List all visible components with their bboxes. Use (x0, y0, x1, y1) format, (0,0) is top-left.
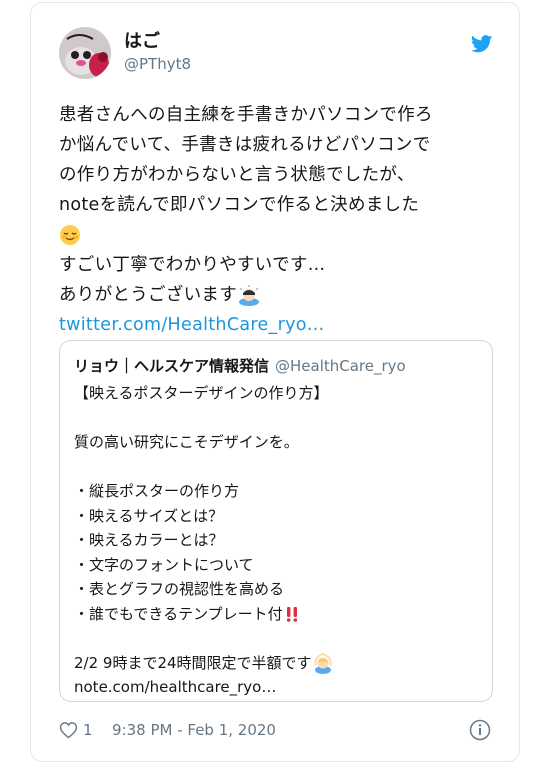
quoted-line (74, 626, 484, 651)
tweet-card: はご @PThyt8 患者さんへの自主練を手書きかパソコンで作ろ か悩んでいて、… (30, 2, 520, 762)
heart-icon[interactable] (59, 721, 78, 739)
tweet-line: noteを読んで即パソコンで作ると決めました (59, 195, 420, 215)
quoted-tweet-header: リョウ｜ヘルスケア情報発信 @HealthCare_ryo (74, 355, 406, 376)
author-handle[interactable]: @PThyt8 (124, 55, 191, 73)
tweet-line-emoji (59, 220, 499, 250)
quoted-line: note.com/healthcare_ryo… (74, 678, 277, 696)
tweet-line: か悩んでいて、手書きは疲れるけどパソコンで (59, 135, 431, 155)
quoted-line (74, 455, 484, 480)
tweet-link[interactable]: twitter.com/HealthCare_ryo… (59, 310, 499, 340)
author-name[interactable]: はご (124, 27, 160, 53)
tweet-line-text: ありがとうございます (59, 285, 237, 305)
tweet-footer: 1 9:38 PM - Feb 1, 2020 (59, 719, 499, 743)
quoted-line (74, 406, 484, 431)
quoted-line: ・表とグラフの視認性を高める (74, 580, 285, 598)
relieved-face-emoji-icon (60, 225, 80, 245)
timestamp[interactable]: 9:38 PM - Feb 1, 2020 (112, 721, 276, 739)
twitter-bird-icon[interactable] (471, 35, 493, 53)
quoted-line: 【映えるポスターデザインの作り方】 (74, 384, 329, 402)
tweet-text: 患者さんへの自主練を手書きかパソコンで作ろ か悩んでいて、手書きは疲れるけどパソ… (59, 100, 499, 340)
tweet-line: すごい丁寧でわかりやすいです… (59, 255, 326, 275)
quoted-line-text: 2/2 9時まで24時間限定で半額です (74, 653, 312, 672)
tweet-line: の作り方がわからないと言う状態でしたが、 (59, 165, 415, 185)
avatar[interactable] (59, 27, 111, 79)
tweet-line: 患者さんへの自主練を手書きかパソコンで作ろ (59, 105, 433, 125)
person-gesturing-ok-emoji-icon (313, 652, 332, 674)
quoted-line: ・映えるサイズとは？ (74, 506, 224, 525)
double-exclamation-emoji-icon (286, 607, 297, 622)
quoted-author-name: リョウ｜ヘルスケア情報発信 (74, 357, 270, 375)
quoted-line: ・誰でもできるテンプレート付 (74, 602, 484, 627)
quoted-line-text: ・誰でもできるテンプレート付 (74, 604, 283, 623)
quoted-tweet-text: 【映えるポスターデザインの作り方】 質の高い研究にこそデザインを。 ・縦長ポスタ… (74, 381, 484, 700)
tweet-line: ありがとうございます (59, 280, 499, 310)
like-count[interactable]: 1 (83, 721, 93, 739)
quoted-line: ・縦長ポスターの作り方 (74, 482, 240, 500)
quoted-line: 質の高い研究にこそデザインを。 (74, 433, 299, 451)
quoted-line: ・文字のフォントについて (74, 555, 254, 574)
quoted-line: ・映えるカラーとは？ (74, 531, 224, 549)
info-icon[interactable] (469, 719, 491, 741)
quoted-author-handle: @HealthCare_ryo (275, 357, 406, 375)
quoted-tweet[interactable]: リョウ｜ヘルスケア情報発信 @HealthCare_ryo 【映えるポスターデザイ… (59, 340, 493, 702)
person-bowing-emoji-icon (239, 285, 259, 306)
quoted-line: 2/2 9時まで24時間限定で半額です (74, 651, 484, 676)
